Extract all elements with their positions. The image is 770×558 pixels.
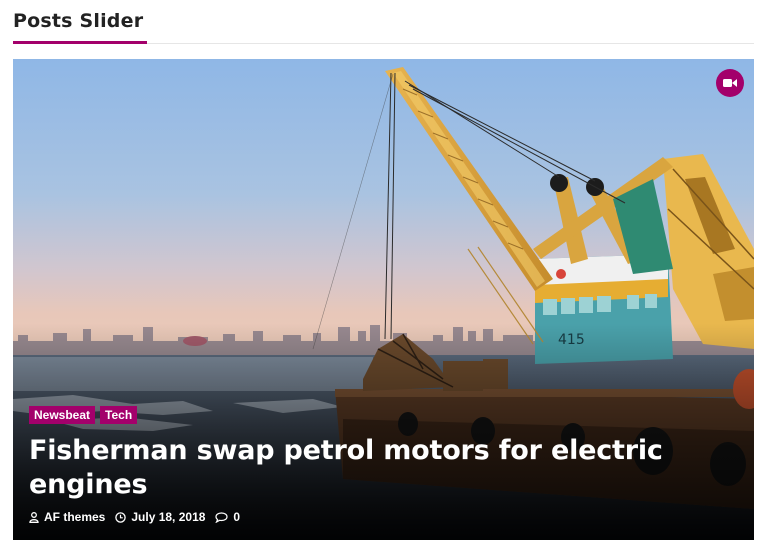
post-comments[interactable]: 0 [215, 510, 240, 524]
slide-caption: Newsbeat Tech Fisherman swap petrol moto… [13, 406, 754, 540]
comment-count: 0 [233, 510, 241, 524]
post-author[interactable]: AF themes [29, 510, 105, 524]
category-list: Newsbeat Tech [29, 406, 738, 424]
title-underline [13, 41, 147, 44]
widget-title: Posts Slider [13, 10, 144, 32]
clock-icon [115, 511, 127, 523]
category-tag-newsbeat[interactable]: Newsbeat [29, 406, 96, 424]
category-tag-tech[interactable]: Tech [100, 406, 138, 424]
video-camera-icon [723, 79, 737, 87]
author-name: AF themes [44, 510, 106, 524]
post-slide[interactable]: 415 [13, 59, 754, 540]
post-meta: AF themes July 18, 2018 0 [29, 510, 738, 524]
user-icon [29, 511, 39, 523]
post-title-link[interactable]: Fisherman swap petrol motors for electri… [29, 434, 738, 502]
widget-header: Posts Slider [13, 0, 754, 44]
video-format-badge[interactable] [716, 69, 744, 97]
post-date[interactable]: July 18, 2018 [115, 510, 205, 524]
comment-icon [215, 511, 229, 523]
date-text: July 18, 2018 [131, 510, 206, 524]
